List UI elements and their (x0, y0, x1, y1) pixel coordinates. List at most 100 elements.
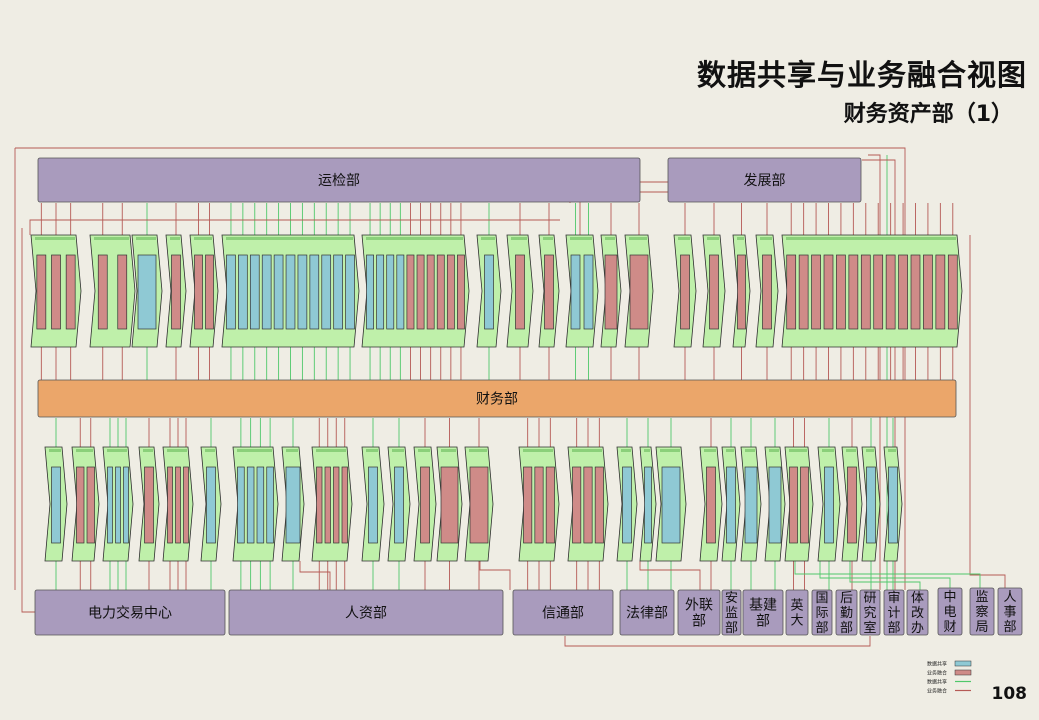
department-houqin[interactable]: 后勤部 (835, 589, 858, 636)
bottom-module-group (200, 446, 222, 562)
data-share-block (107, 466, 113, 544)
bottom-module-group (232, 446, 279, 562)
bottom-module-group (44, 446, 68, 562)
module-header (205, 449, 215, 452)
department-renzi[interactable]: 人资部 (228, 589, 504, 636)
business-fusion-block (183, 466, 189, 544)
department-label: 运检部 (318, 173, 360, 189)
business-fusion-block (333, 466, 340, 544)
bottom-module-group (567, 446, 609, 562)
department-yingda[interactable]: 英大 (785, 589, 809, 636)
routed-connector (849, 561, 921, 590)
business-fusion-block (416, 254, 425, 330)
business-fusion-block (167, 466, 173, 544)
business-fusion-block (171, 254, 181, 330)
data-share-block (484, 254, 494, 330)
business-fusion-block (420, 466, 430, 544)
legend-item: 数据共享 (927, 679, 971, 686)
routed-connector (29, 219, 560, 235)
top-module-group (165, 234, 187, 348)
business-fusion-block (205, 254, 214, 330)
department-anjian[interactable]: 安监部 (721, 589, 742, 636)
top-module-group (755, 234, 779, 348)
data-share-block (386, 254, 395, 330)
module-header (366, 237, 463, 240)
data-share-block (368, 466, 378, 544)
data-share-block (261, 254, 272, 330)
top-module-group (702, 234, 726, 348)
top-module-group (506, 234, 534, 348)
department-yanjiu[interactable]: 研究室 (859, 589, 881, 636)
department-xintong[interactable]: 信通部 (512, 589, 614, 636)
department-yunjian[interactable]: 运检部 (37, 157, 641, 203)
module-header (167, 449, 187, 452)
department-renshi[interactable]: 人事部 (997, 587, 1023, 636)
module-header (846, 449, 856, 452)
bottom-module-group (281, 446, 305, 562)
business-fusion-block (324, 466, 331, 544)
bottom-module-group (311, 446, 353, 562)
module-header (76, 449, 93, 452)
module-header (786, 237, 956, 240)
business-fusion-block (515, 254, 525, 330)
module-header (392, 449, 404, 452)
department-label: 英大 (790, 599, 803, 629)
module-header (605, 237, 615, 240)
department-fazhan[interactable]: 发展部 (667, 157, 862, 203)
business-fusion-block (935, 254, 946, 330)
module-header (660, 449, 680, 452)
department-jijian[interactable]: 基建部 (742, 589, 784, 636)
routed-connector (639, 561, 701, 590)
module-header (143, 449, 153, 452)
business-fusion-block (947, 254, 958, 330)
bottom-module-group (764, 446, 786, 562)
business-fusion-block (604, 254, 618, 330)
legend-swatch (954, 660, 972, 667)
department-falv[interactable]: 法律部 (619, 589, 675, 636)
module-header (644, 449, 650, 452)
data-share-block (345, 254, 355, 330)
top-module-group (476, 234, 502, 348)
top-module-group (565, 234, 599, 348)
data-share-block (866, 466, 876, 544)
department-caiwu[interactable]: 财务部 (37, 379, 957, 418)
module-header (35, 237, 75, 240)
department-jiancha[interactable]: 监察局 (969, 587, 995, 636)
module-header (170, 237, 180, 240)
department-zhongdian[interactable]: 中电财 (937, 587, 963, 636)
bottom-module-group (721, 446, 741, 562)
routed-connector (564, 636, 871, 647)
business-fusion-block (534, 466, 544, 544)
data-share-block (622, 466, 632, 544)
routed-connector (299, 561, 331, 590)
business-fusion-block (440, 466, 459, 544)
department-wailian[interactable]: 外联部 (677, 589, 721, 636)
module-header (621, 449, 631, 452)
business-fusion-block (436, 254, 445, 330)
department-tigai[interactable]: 体改办 (906, 589, 929, 636)
business-fusion-block (811, 254, 821, 330)
department-guoji[interactable]: 国际部 (811, 589, 833, 636)
module-header (789, 449, 807, 452)
data-share-block (285, 466, 301, 544)
business-fusion-block (194, 254, 203, 330)
bottom-module-group (616, 446, 638, 562)
legend-label: 业务融合 (927, 688, 947, 695)
data-share-block (644, 466, 652, 544)
business-fusion-block (786, 254, 797, 330)
top-module-group (131, 234, 163, 348)
business-fusion-block (848, 254, 859, 330)
department-label: 后勤部 (840, 591, 853, 636)
data-share-block (246, 466, 255, 544)
bottom-module-group (699, 446, 723, 562)
data-share-block (256, 466, 265, 544)
business-fusion-block (885, 254, 896, 330)
data-share-block (888, 466, 898, 544)
bottom-module-group (518, 446, 560, 562)
business-fusion-block (175, 466, 181, 544)
module-header (136, 237, 156, 240)
module-header (511, 237, 527, 240)
department-shenji[interactable]: 审计部 (883, 589, 905, 636)
department-dianli[interactable]: 电力交易中心 (34, 589, 226, 636)
department-label: 体改办 (911, 591, 924, 636)
